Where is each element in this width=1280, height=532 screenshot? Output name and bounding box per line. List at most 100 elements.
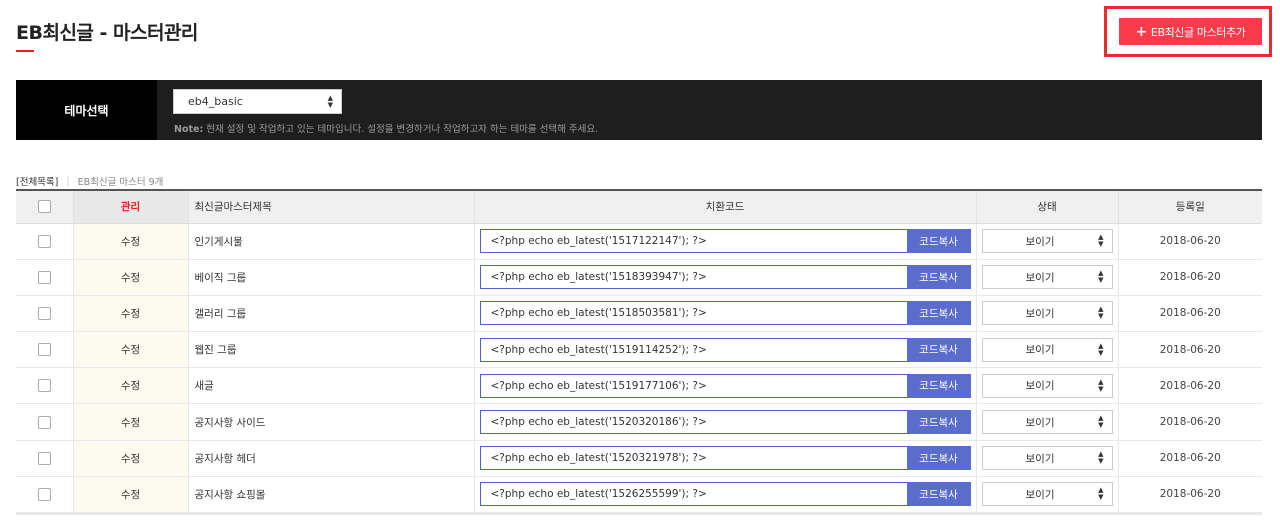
copy-code-button[interactable]: 코드복사 (906, 446, 971, 471)
status-select[interactable]: 보이기 ▲ ▼ (981, 301, 1113, 326)
row-status-cell: 보이기 ▲ ▼ (976, 223, 1119, 260)
row-manage-cell: 수정 (73, 403, 189, 441)
row-title: 갤러리 그룹 (188, 295, 475, 333)
row-checkbox-cell (16, 476, 74, 514)
status-select[interactable]: 보이기 ▲ ▼ (981, 482, 1113, 507)
title-underline (16, 50, 34, 52)
row-code-cell: <?php echo eb_latest('1518393947'); ?> 코드… (474, 259, 977, 296)
row-checkbox[interactable] (37, 343, 51, 357)
row-checkbox[interactable] (37, 234, 51, 248)
row-title: 공지사항 쇼핑몰 (188, 476, 475, 514)
row-manage-cell: 수정 (73, 367, 189, 405)
status-select-value: 보이기 (1025, 307, 1055, 320)
copy-code-button[interactable]: 코드복사 (906, 337, 971, 362)
edit-link[interactable]: 수정 (121, 453, 140, 465)
row-status-cell: 보이기 ▲ ▼ (976, 403, 1119, 441)
row-manage-cell: 수정 (73, 476, 189, 514)
copy-code-button[interactable]: 코드복사 (906, 410, 971, 435)
row-date: 2018-06-20 (1118, 476, 1262, 514)
row-checkbox-cell (16, 440, 74, 477)
row-status-cell: 보이기 ▲ ▼ (976, 295, 1119, 333)
header-checkbox-cell (16, 190, 74, 224)
edit-link[interactable]: 수정 (121, 344, 140, 356)
row-status-cell: 보이기 ▲ ▼ (976, 259, 1119, 296)
table-row: 수정 갤러리 그룹 <?php echo eb_latest('1518503581… (16, 295, 1262, 333)
select-arrows-icon: ▲ ▼ (1098, 377, 1104, 393)
status-select[interactable]: 보이기 ▲ ▼ (981, 410, 1113, 435)
status-select[interactable]: 보이기 ▲ ▼ (981, 373, 1113, 398)
copy-code-button[interactable]: 코드복사 (906, 482, 971, 507)
copy-code-button[interactable]: 코드복사 (906, 265, 971, 290)
code-box: <?php echo eb_latest('1520320186'); ?> 코드… (479, 410, 971, 435)
theme-note-text: 현재 설정 및 작업하고 있는 테마입니다. 설정을 변경하거나 작업하고자 하… (203, 124, 599, 135)
code-box: <?php echo eb_latest('1518393947'); ?> 코드… (479, 265, 971, 290)
select-all-checkbox[interactable] (37, 200, 51, 214)
row-checkbox[interactable] (37, 270, 51, 284)
table-row: 수정 인기게시물 <?php echo eb_latest('1517122147'… (16, 223, 1262, 260)
code-input[interactable]: <?php echo eb_latest('1520320186'); ?> (479, 410, 907, 435)
edit-link[interactable]: 수정 (121, 489, 140, 501)
edit-link[interactable]: 수정 (121, 272, 140, 284)
copy-code-button[interactable]: 코드복사 (906, 229, 971, 254)
copy-code-button[interactable]: 코드복사 (906, 373, 971, 398)
row-status-cell: 보이기 ▲ ▼ (976, 476, 1119, 514)
code-input[interactable]: <?php echo eb_latest('1519114252'); ?> (479, 337, 907, 362)
row-checkbox[interactable] (37, 306, 51, 320)
select-arrows-icon: ▲ ▼ (1098, 305, 1104, 321)
meta-separator: | (66, 175, 70, 187)
row-status-cell: 보이기 ▲ ▼ (976, 440, 1119, 477)
row-date: 2018-06-20 (1118, 367, 1262, 405)
code-input[interactable]: <?php echo eb_latest('1517122147'); ?> (479, 229, 907, 254)
add-master-button[interactable]: + EB최신글 마스터추가 (1119, 18, 1262, 45)
row-checkbox[interactable] (37, 487, 51, 501)
all-list-link[interactable]: [전체목록] (16, 174, 58, 188)
row-checkbox-cell (16, 295, 74, 333)
header-status: 상태 (976, 190, 1119, 224)
table-header-row: 관리 최신글마스터제목 치환코드 상태 등록일 (16, 190, 1262, 224)
select-arrows-icon: ▲ ▼ (1098, 233, 1104, 249)
edit-link[interactable]: 수정 (121, 308, 140, 320)
code-input[interactable]: <?php echo eb_latest('1518503581'); ?> (479, 301, 907, 326)
status-select[interactable]: 보이기 ▲ ▼ (981, 337, 1113, 362)
edit-link[interactable]: 수정 (121, 417, 140, 429)
row-checkbox-cell (16, 223, 74, 260)
row-status-cell: 보이기 ▲ ▼ (976, 367, 1119, 405)
code-input[interactable]: <?php echo eb_latest('1526255599'); ?> (479, 482, 907, 507)
table-bottom-shade (16, 512, 1262, 515)
row-manage-cell: 수정 (73, 440, 189, 477)
header-manage: 관리 (73, 190, 189, 224)
row-code-cell: <?php echo eb_latest('1519114252'); ?> 코드… (474, 331, 977, 369)
status-select[interactable]: 보이기 ▲ ▼ (981, 265, 1113, 290)
code-box: <?php echo eb_latest('1520321978'); ?> 코드… (479, 446, 971, 471)
code-input[interactable]: <?php echo eb_latest('1520321978'); ?> (479, 446, 907, 471)
row-checkbox-cell (16, 331, 74, 369)
code-input[interactable]: <?php echo eb_latest('1519177106'); ?> (479, 373, 907, 398)
page-title: EB최신글 - 마스터관리 (16, 22, 198, 44)
theme-bar: 테마선택 eb4_basic ▲ ▼ Note: 현재 설정 및 작업하고 있는 … (16, 80, 1262, 140)
status-select[interactable]: 보이기 ▲ ▼ (981, 446, 1113, 471)
row-title: 인기게시물 (188, 223, 475, 260)
theme-select[interactable]: eb4_basic ▲ ▼ (173, 89, 342, 114)
theme-note-prefix: Note: (174, 124, 204, 135)
status-select[interactable]: 보이기 ▲ ▼ (981, 229, 1113, 254)
row-checkbox-cell (16, 259, 74, 296)
copy-code-button[interactable]: 코드복사 (906, 301, 971, 326)
row-date: 2018-06-20 (1118, 259, 1262, 296)
row-title: 공지사항 사이드 (188, 403, 475, 441)
status-select-value: 보이기 (1025, 235, 1055, 248)
edit-link[interactable]: 수정 (121, 236, 140, 248)
row-checkbox[interactable] (37, 379, 51, 393)
row-date: 2018-06-20 (1118, 440, 1262, 477)
row-checkbox[interactable] (37, 415, 51, 429)
row-code-cell: <?php echo eb_latest('1520321978'); ?> 코드… (474, 440, 977, 477)
select-arrows-icon: ▲ ▼ (1098, 414, 1104, 430)
code-input[interactable]: <?php echo eb_latest('1518393947'); ?> (479, 265, 907, 290)
row-code-cell: <?php echo eb_latest('1519177106'); ?> 코드… (474, 367, 977, 405)
list-meta: [전체목록] | EB최신글 마스터 9개 (16, 174, 163, 189)
row-status-cell: 보이기 ▲ ▼ (976, 331, 1119, 369)
edit-link[interactable]: 수정 (121, 380, 140, 392)
status-select-value: 보이기 (1025, 380, 1055, 393)
select-arrows-icon: ▲ ▼ (327, 94, 333, 109)
row-code-cell: <?php echo eb_latest('1517122147'); ?> 코드… (474, 223, 977, 260)
row-checkbox[interactable] (37, 451, 51, 465)
